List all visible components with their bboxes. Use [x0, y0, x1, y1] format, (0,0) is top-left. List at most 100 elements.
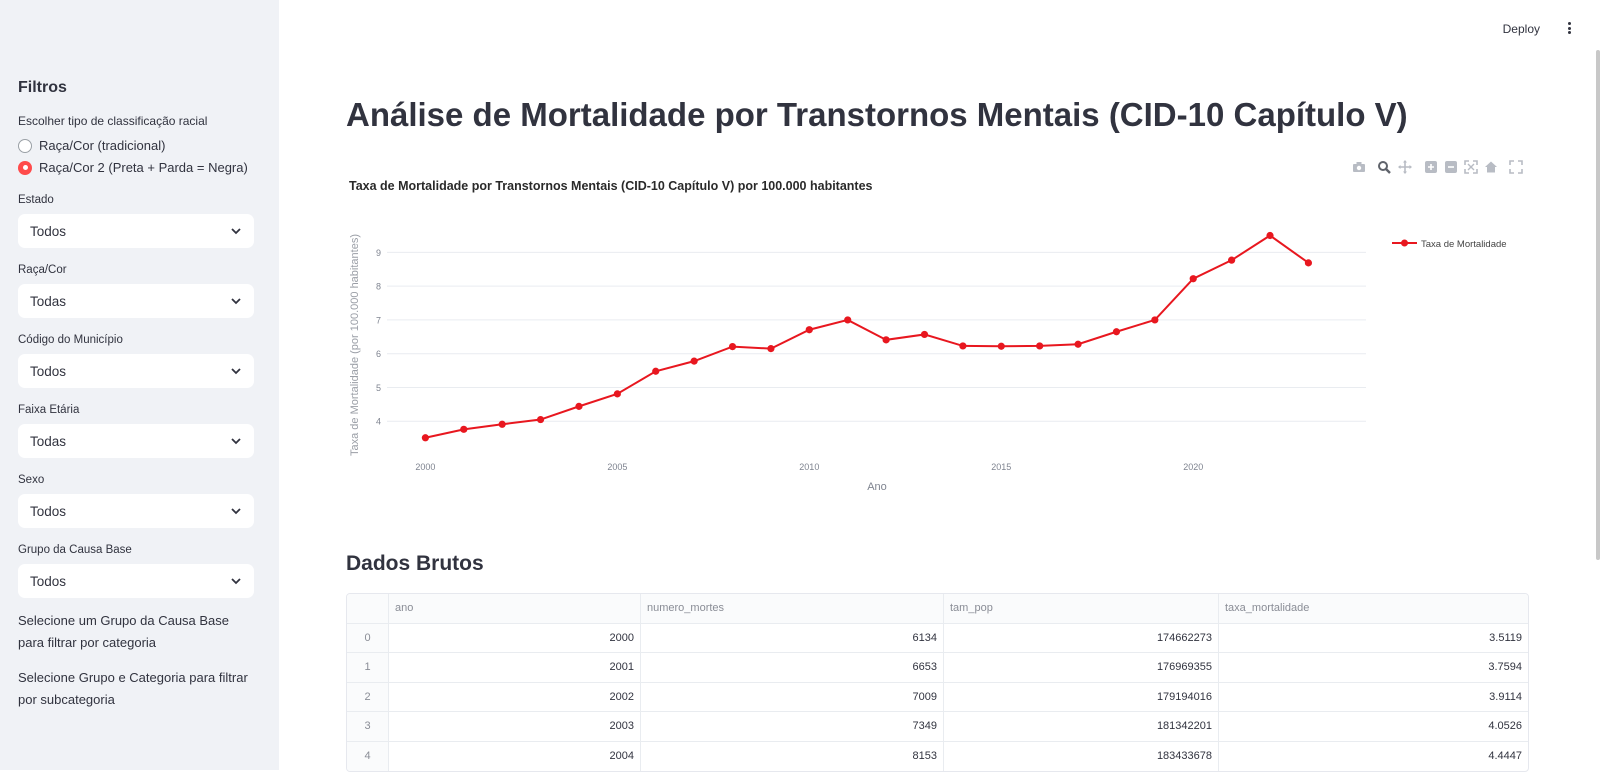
- estado-value: Todos: [30, 223, 67, 239]
- cell-taxa-mortalidade[interactable]: 3.7594: [1219, 653, 1528, 682]
- main-content: Deploy Análise de Mortalidade por Transt…: [279, 0, 1600, 772]
- data-point[interactable]: [421, 434, 429, 442]
- cell-tam-pop[interactable]: 174662273: [944, 623, 1219, 652]
- mortality-line-chart[interactable]: Taxa de Mortalidade por Transtornos Ment…: [346, 175, 1529, 515]
- row-index: 4: [347, 741, 389, 771]
- data-point[interactable]: [767, 345, 775, 353]
- page-title: Análise de Mortalidade por Transtornos M…: [346, 96, 1408, 133]
- x-tick-label: 2010: [799, 462, 819, 472]
- radio-option-negra[interactable]: Raça/Cor 2 (Preta + Parda = Negra): [18, 160, 248, 175]
- radio-button-unchecked[interactable]: [18, 138, 32, 153]
- data-point[interactable]: [498, 420, 506, 428]
- cell-numero-mortes[interactable]: 6653: [641, 653, 944, 682]
- cell-numero-mortes[interactable]: 7349: [641, 712, 944, 741]
- chart-title: Taxa de Mortalidade por Transtornos Ment…: [349, 179, 873, 193]
- data-point[interactable]: [882, 336, 890, 344]
- estado-label: Estado: [18, 194, 54, 206]
- radio-button-checked[interactable]: [18, 160, 32, 175]
- data-point[interactable]: [1036, 342, 1044, 350]
- data-point[interactable]: [844, 316, 852, 324]
- raw-data-table[interactable]: ano numero_mortes tam_pop taxa_mortalida…: [346, 593, 1529, 772]
- pan-icon[interactable]: [1398, 160, 1412, 174]
- municipio-label: Código do Município: [18, 334, 123, 346]
- faixa-etaria-select[interactable]: Todas: [18, 424, 254, 458]
- data-point[interactable]: [728, 343, 737, 351]
- data-point[interactable]: [997, 342, 1005, 350]
- table-row[interactable]: 3 2003 7349 181342201 4.0526: [347, 712, 1528, 742]
- x-tick-label: 2015: [991, 462, 1011, 472]
- data-point[interactable]: [1228, 256, 1236, 264]
- data-point[interactable]: [1189, 275, 1197, 283]
- table-row[interactable]: 0 2000 6134 174662273 3.5119: [347, 623, 1528, 653]
- camera-icon[interactable]: [1352, 160, 1366, 174]
- deploy-button[interactable]: Deploy: [1499, 20, 1544, 38]
- table-row[interactable]: 2 2002 7009 179194016 3.9114: [347, 682, 1528, 712]
- column-header-ano[interactable]: ano: [389, 594, 641, 623]
- radio-option-label: Raça/Cor (tradicional): [39, 138, 166, 153]
- cell-numero-mortes[interactable]: 7009: [641, 682, 944, 711]
- legend-label: Taxa de Mortalidade: [1421, 239, 1507, 250]
- cell-ano[interactable]: 2002: [389, 682, 641, 711]
- data-point[interactable]: [575, 402, 583, 410]
- data-point[interactable]: [536, 415, 545, 424]
- sexo-select[interactable]: Todos: [18, 494, 254, 528]
- chevron-down-icon: [231, 578, 241, 585]
- data-point[interactable]: [690, 357, 698, 365]
- zoom-in-icon[interactable]: [1424, 160, 1438, 174]
- data-point[interactable]: [1304, 259, 1313, 267]
- section-title-raw-data: Dados Brutos: [346, 552, 484, 575]
- radio-option-traditional[interactable]: Raça/Cor (tradicional): [18, 138, 165, 153]
- data-point[interactable]: [1074, 340, 1082, 348]
- column-header-tam-pop[interactable]: tam_pop: [944, 594, 1219, 623]
- data-point[interactable]: [959, 342, 967, 350]
- cell-tam-pop[interactable]: 176969355: [944, 653, 1219, 682]
- data-point[interactable]: [1151, 316, 1159, 324]
- data-point[interactable]: [460, 425, 468, 433]
- column-header-numero-mortes[interactable]: numero_mortes: [641, 594, 944, 623]
- data-point[interactable]: [613, 390, 621, 398]
- grupo-causa-value: Todos: [30, 573, 67, 589]
- chevron-down-icon: [231, 298, 241, 305]
- data-point[interactable]: [1266, 231, 1274, 240]
- legend[interactable]: Taxa de Mortalidade: [1392, 239, 1507, 250]
- categoria-hint: Selecione um Grupo da Causa Base para fi…: [18, 613, 230, 650]
- cell-ano[interactable]: 2001: [389, 653, 641, 682]
- cell-ano[interactable]: 2004: [389, 741, 641, 771]
- data-point[interactable]: [805, 326, 813, 334]
- zoom-icon[interactable]: [1377, 160, 1391, 174]
- cell-tam-pop[interactable]: 183433678: [944, 741, 1219, 771]
- estado-select[interactable]: Todos: [18, 214, 254, 248]
- y-axis-title: Taxa de Mortalidade (por 100.000 habitan…: [349, 234, 361, 456]
- cell-numero-mortes[interactable]: 6134: [641, 623, 944, 652]
- chevron-down-icon: [231, 368, 241, 375]
- zoom-out-icon[interactable]: [1444, 160, 1458, 174]
- cell-ano[interactable]: 2000: [389, 623, 641, 652]
- cell-taxa-mortalidade[interactable]: 3.9114: [1219, 683, 1528, 712]
- cell-ano[interactable]: 2003: [389, 712, 641, 741]
- data-point[interactable]: [652, 367, 660, 375]
- sidebar: Filtros Escolher tipo de classificação r…: [0, 0, 279, 770]
- cell-numero-mortes[interactable]: 8153: [641, 741, 944, 771]
- fullscreen-icon[interactable]: [1509, 160, 1523, 174]
- cell-taxa-mortalidade[interactable]: 4.4447: [1219, 742, 1528, 772]
- scrollbar[interactable]: [1596, 50, 1600, 560]
- faixa-etaria-label: Faixa Etária: [18, 404, 80, 416]
- y-tick-label: 5: [376, 383, 381, 393]
- cell-taxa-mortalidade[interactable]: 3.5119: [1219, 624, 1528, 653]
- table-row[interactable]: 1 2001 6653 176969355 3.7594: [347, 653, 1528, 683]
- data-point[interactable]: [1112, 328, 1121, 336]
- grupo-causa-select[interactable]: Todos: [18, 564, 254, 598]
- main-menu-icon[interactable]: [1563, 20, 1575, 36]
- cell-tam-pop[interactable]: 179194016: [944, 682, 1219, 711]
- autoscale-icon[interactable]: [1464, 160, 1478, 174]
- cell-tam-pop[interactable]: 181342201: [944, 712, 1219, 741]
- sexo-value: Todos: [30, 503, 67, 519]
- table-row[interactable]: 4 2004 8153 183433678 4.4447: [347, 741, 1528, 772]
- reset-axes-icon[interactable]: [1484, 160, 1498, 174]
- data-point[interactable]: [920, 330, 929, 339]
- municipio-select[interactable]: Todos: [18, 354, 254, 388]
- y-tick-label: 7: [376, 315, 381, 325]
- raca-cor-select[interactable]: Todas: [18, 284, 254, 318]
- column-header-taxa-mortalidade[interactable]: taxa_mortalidade: [1219, 594, 1528, 623]
- cell-taxa-mortalidade[interactable]: 4.0526: [1219, 712, 1528, 741]
